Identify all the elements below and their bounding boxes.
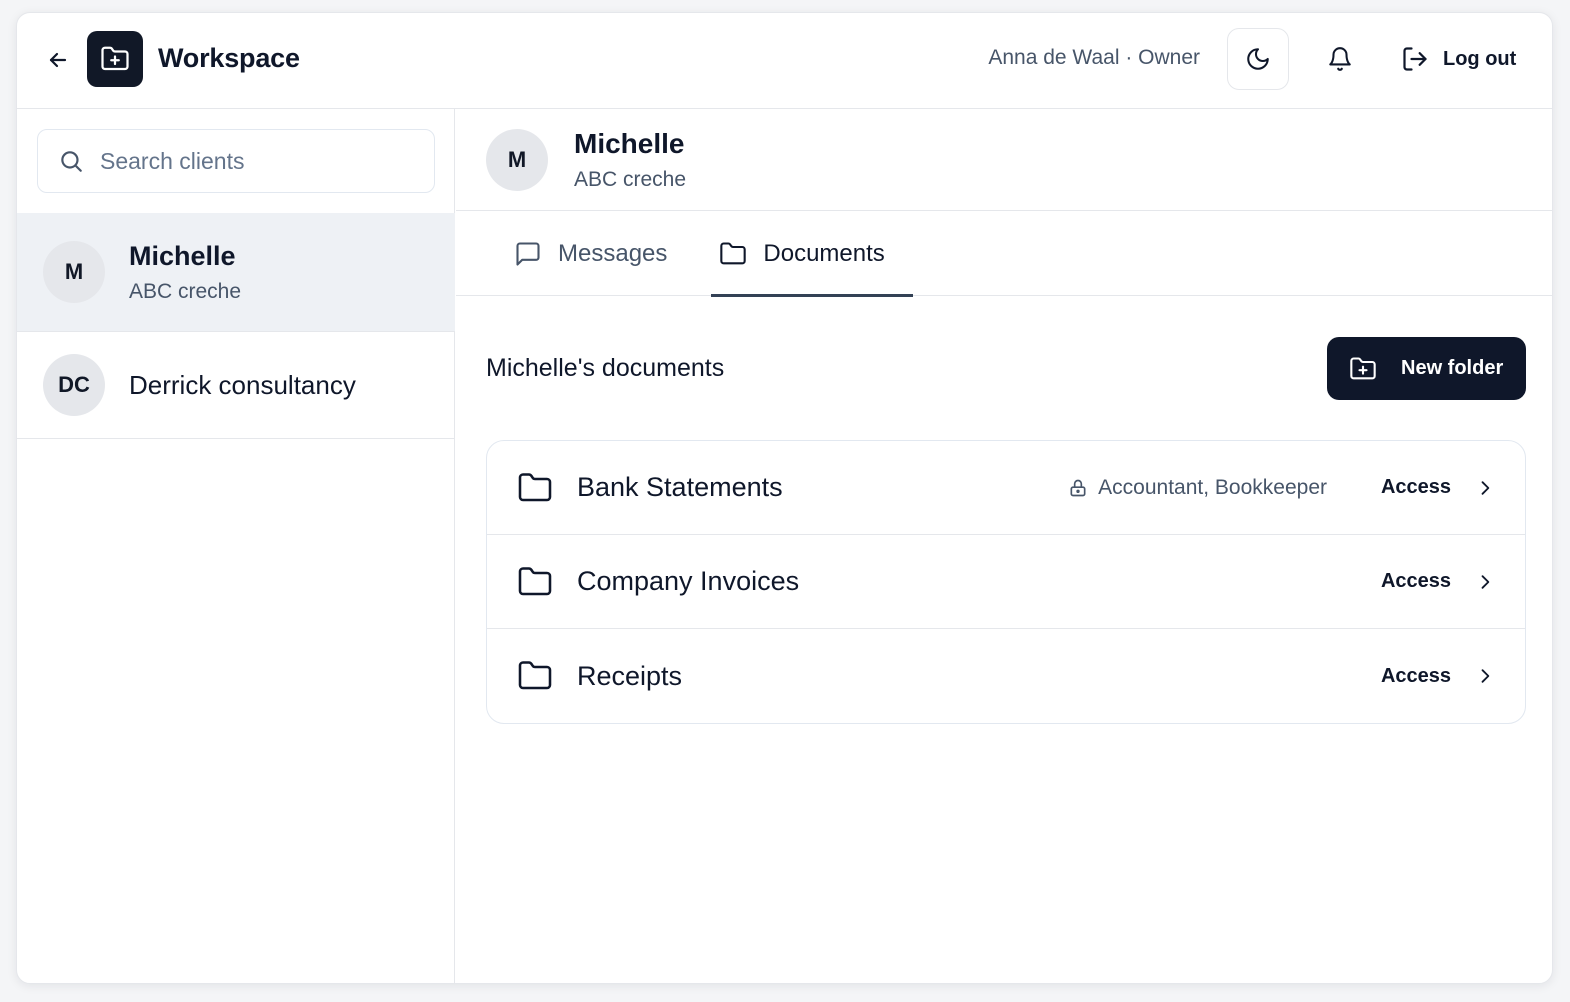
logout-label: Log out — [1443, 47, 1517, 70]
folder-row-company-invoices[interactable]: Company Invoices Access — [487, 535, 1525, 629]
avatar: M — [486, 128, 548, 191]
folder-access-link[interactable]: Access — [1381, 476, 1451, 499]
tab-bar: Messages Documents — [456, 211, 1552, 297]
tab-documents[interactable]: Documents — [701, 211, 914, 297]
avatar: DC — [43, 354, 105, 416]
tab-label: Documents — [763, 239, 885, 267]
client-header-name: Michelle — [574, 127, 685, 159]
folder-permissions: Accountant, Bookkeeper — [1068, 476, 1327, 500]
new-folder-label: New folder — [1401, 357, 1504, 379]
client-subtitle: ABC creche — [129, 279, 242, 303]
notifications-button[interactable] — [1322, 41, 1358, 77]
folder-row-bank-statements[interactable]: Bank Statements Accountant, Bookkeeper A… — [487, 441, 1525, 535]
lock-icon — [1070, 479, 1086, 496]
client-item-michelle[interactable]: M Michelle ABC creche — [17, 213, 455, 332]
back-button[interactable] — [43, 45, 73, 75]
chevron-right-icon — [1475, 478, 1495, 498]
client-sidebar: M Michelle ABC creche DC Derrick consult… — [17, 109, 455, 983]
theme-toggle-button[interactable] — [1227, 28, 1289, 90]
arrow-left-icon — [49, 52, 67, 68]
client-name: Derrick consultancy — [129, 369, 356, 400]
client-text: Derrick consultancy — [129, 370, 356, 401]
folder-access-link[interactable]: Access — [1381, 665, 1451, 688]
client-item-derrick-consultancy[interactable]: DC Derrick consultancy — [17, 332, 455, 439]
client-header-subtitle: ABC creche — [574, 167, 687, 191]
folder-icon — [720, 241, 747, 264]
client-text: Michelle ABC creche — [129, 241, 241, 304]
documents-header: Michelle's documents New folder — [486, 337, 1526, 400]
folder-row-receipts[interactable]: Receipts Access — [487, 629, 1525, 723]
main-panel: M Michelle ABC creche Messages Documents… — [456, 109, 1552, 983]
client-name: Michelle — [129, 240, 236, 271]
new-folder-button[interactable]: New folder — [1327, 337, 1526, 400]
bell-icon — [1329, 47, 1351, 71]
moon-icon — [1247, 48, 1269, 70]
search-clients-input[interactable] — [100, 147, 420, 175]
logout-button[interactable]: Log out — [1401, 41, 1516, 77]
client-header: M Michelle ABC creche — [456, 109, 1552, 211]
folder-plus-icon — [101, 46, 129, 71]
avatar: M — [43, 241, 105, 303]
tab-label: Messages — [558, 239, 668, 267]
search-box — [37, 129, 435, 193]
folder-name: Bank Statements — [577, 472, 783, 502]
search-icon — [61, 151, 82, 172]
top-bar: Workspace Anna de Waal · Owner Log out — [17, 13, 1552, 109]
folder-icon — [518, 566, 552, 595]
chevron-right-icon — [1475, 666, 1495, 686]
folder-icon — [518, 661, 552, 690]
folder-name: Company Invoices — [577, 566, 800, 596]
client-list: M Michelle ABC creche DC Derrick consult… — [17, 213, 455, 439]
folder-access-link[interactable]: Access — [1381, 570, 1451, 593]
log-out-icon — [1403, 47, 1427, 71]
app-title: Workspace — [158, 43, 300, 73]
tab-messages[interactable]: Messages — [496, 211, 685, 296]
folder-icon — [518, 472, 552, 501]
current-user-label: Anna de Waal · Owner — [988, 46, 1200, 69]
folder-plus-icon — [1350, 356, 1376, 379]
app-logo — [87, 31, 143, 87]
app-window: Workspace Anna de Waal · Owner Log out M… — [16, 12, 1553, 984]
folder-list: Bank Statements Accountant, Bookkeeper A… — [486, 440, 1526, 724]
message-square-icon — [516, 241, 540, 266]
documents-title: Michelle's documents — [486, 354, 725, 382]
folder-name: Receipts — [577, 660, 683, 691]
folder-permissions-text: Accountant, Bookkeeper — [1098, 475, 1327, 499]
client-header-text: Michelle ABC creche — [574, 128, 686, 192]
chevron-right-icon — [1475, 572, 1495, 592]
